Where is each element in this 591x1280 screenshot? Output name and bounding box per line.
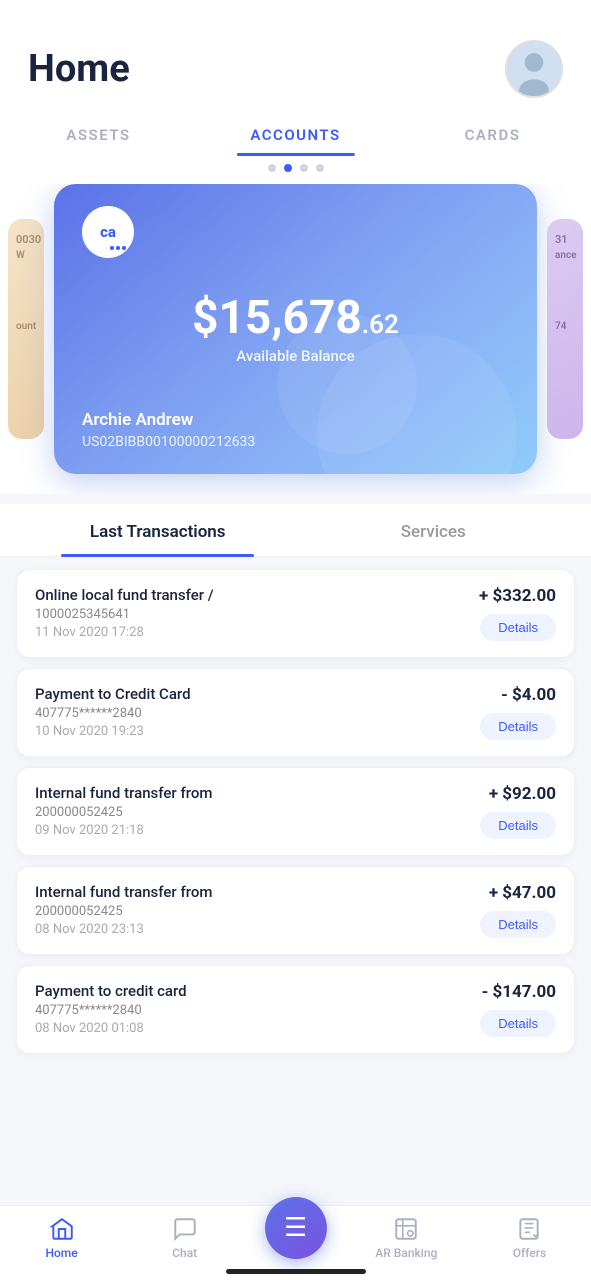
transaction-title: Internal fund transfer from (35, 883, 470, 901)
transaction-title: Payment to credit card (35, 982, 470, 1000)
transaction-right: + $92.00 Details (480, 784, 556, 839)
transaction-date: 08 Nov 2020 01:08 (35, 1021, 470, 1036)
dot-1 (268, 164, 276, 172)
transaction-list-container: Online local fund transfer / 10000253456… (0, 557, 591, 1066)
dot-2 (284, 164, 292, 172)
page-title: Home (28, 47, 130, 91)
home-indicator (226, 1269, 366, 1274)
offers-icon (516, 1216, 542, 1242)
transaction-right: - $4.00 Details (480, 685, 556, 740)
transaction-info: Payment to credit card 407775******2840 … (35, 982, 470, 1036)
transaction-date: 11 Nov 2020 17:28 (35, 625, 469, 640)
transaction-list: Online local fund transfer / 10000253456… (0, 557, 591, 1066)
details-button[interactable]: Details (480, 1010, 556, 1037)
fab-button[interactable]: ☰ (265, 1197, 327, 1259)
card-carousel: 0030 W ount ca $15,678.62 Available (0, 184, 591, 494)
details-button[interactable]: Details (480, 713, 556, 740)
transaction-item: Internal fund transfer from 200000052425… (16, 866, 575, 955)
section-tabs: Last Transactions Services (0, 504, 591, 557)
transaction-title: Internal fund transfer from (35, 784, 470, 802)
nav-offers[interactable]: Offers (468, 1216, 591, 1260)
card-peek-right: 31 ance 74 (547, 219, 583, 439)
fab-menu-icon: ☰ (284, 1215, 307, 1241)
transaction-amount: + $92.00 (489, 784, 556, 804)
transaction-info: Online local fund transfer / 10000253456… (35, 586, 469, 640)
transaction-amount: + $47.00 (489, 883, 556, 903)
nav-home[interactable]: Home (0, 1216, 123, 1260)
transaction-item: Internal fund transfer from 200000052425… (16, 767, 575, 856)
dot-3 (300, 164, 308, 172)
transaction-item: Online local fund transfer / 10000253456… (16, 569, 575, 658)
transaction-info: Internal fund transfer from 200000052425… (35, 784, 470, 838)
tab-assets[interactable]: ASSETS (0, 116, 197, 156)
transaction-date: 10 Nov 2020 19:23 (35, 724, 470, 739)
nav-fab[interactable]: ☰ (246, 1217, 345, 1259)
transaction-date: 08 Nov 2020 23:13 (35, 922, 470, 937)
transactions-section: Last Transactions Services (0, 504, 591, 557)
details-button[interactable]: Details (480, 812, 556, 839)
nav-ar-banking[interactable]: AR Banking (345, 1216, 468, 1260)
transaction-subtitle: 407775******2840 (35, 706, 470, 721)
transaction-info: Internal fund transfer from 200000052425… (35, 883, 470, 937)
ar-banking-icon (393, 1216, 419, 1242)
transaction-subtitle: 1000025345641 (35, 607, 469, 622)
nav-ar-banking-label: AR Banking (375, 1246, 437, 1260)
header: Home (0, 0, 591, 108)
tab-accounts[interactable]: ACCOUNTS (197, 116, 394, 156)
details-button[interactable]: Details (480, 911, 556, 938)
transaction-subtitle: 200000052425 (35, 805, 470, 820)
tab-last-transactions[interactable]: Last Transactions (20, 504, 296, 556)
card-peek-left: 0030 W ount (8, 219, 44, 439)
transaction-date: 09 Nov 2020 21:18 (35, 823, 470, 838)
transaction-item: Payment to Credit Card 407775******2840 … (16, 668, 575, 757)
nav-offers-label: Offers (513, 1246, 546, 1260)
nav-home-label: Home (45, 1246, 77, 1260)
dot-4 (316, 164, 324, 172)
tab-cards[interactable]: CARDS (394, 116, 591, 156)
details-button[interactable]: Details (480, 614, 556, 641)
transaction-amount: - $147.00 (482, 982, 556, 1002)
home-icon (49, 1216, 75, 1242)
transaction-item: Payment to credit card 407775******2840 … (16, 965, 575, 1054)
nav-chat-label: Chat (172, 1246, 197, 1260)
carousel-dots (0, 156, 591, 184)
transaction-amount: + $332.00 (479, 586, 556, 606)
transaction-title: Payment to Credit Card (35, 685, 470, 703)
transaction-right: + $332.00 Details (479, 586, 556, 641)
transaction-right: + $47.00 Details (480, 883, 556, 938)
transaction-subtitle: 407775******2840 (35, 1003, 470, 1018)
nav-tabs: ASSETS ACCOUNTS CARDS (0, 108, 591, 156)
transaction-subtitle: 200000052425 (35, 904, 470, 919)
nav-chat[interactable]: Chat (123, 1216, 246, 1260)
transaction-amount: - $4.00 (501, 685, 556, 705)
transaction-right: - $147.00 Details (480, 982, 556, 1037)
tab-services[interactable]: Services (296, 504, 572, 556)
avatar[interactable] (505, 40, 563, 98)
transaction-info: Payment to Credit Card 407775******2840 … (35, 685, 470, 739)
transaction-title: Online local fund transfer / (35, 586, 469, 604)
main-card[interactable]: ca $15,678.62 Available Balance Archie A… (54, 184, 537, 474)
card-logo: ca (82, 206, 134, 258)
chat-icon (172, 1216, 198, 1242)
